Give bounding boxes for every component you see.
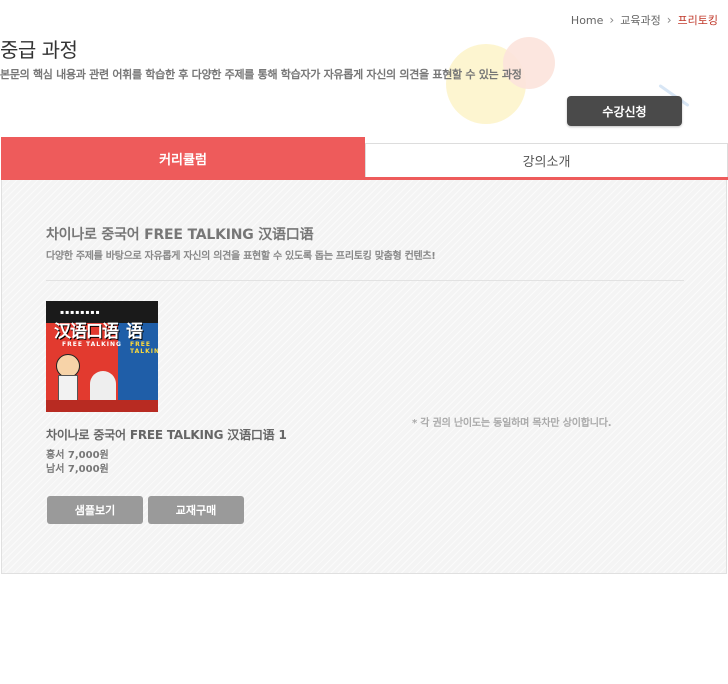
enroll-button[interactable]: 수강신청 <box>567 96 682 126</box>
book-cover-english-title: FREE TALKING <box>62 341 122 348</box>
breadcrumb: Home › 교육과정 › 프리토킹 <box>571 12 718 28</box>
book-cover-dots: ▪▪▪▪▪▪▪▪ <box>60 309 101 316</box>
difficulty-note: * 각 권의 난이도는 동일하며 목차만 상이합니다. <box>412 418 612 429</box>
tab-course-intro[interactable]: 강의소개 <box>365 143 728 177</box>
book-cover-ground <box>46 400 158 412</box>
product-title: 차이나로 중국어 FREE TALKING 汉语口语 1 <box>46 428 287 442</box>
breadcrumb-current[interactable]: 프리토킹 <box>678 12 718 28</box>
breadcrumb-home[interactable]: Home <box>571 14 603 27</box>
chevron-right-icon: › <box>666 13 672 27</box>
book-cover-chinese-title-back: 语 <box>126 322 143 342</box>
book-cover-english-title-back: FREE TALKING <box>130 341 158 355</box>
book-cover-chinese-title: 汉语口语 <box>54 322 119 342</box>
page-description: 본문의 핵심 내용과 관련 어휘를 학습한 후 다양한 주제를 통해 학습자가 … <box>0 68 522 81</box>
divider <box>46 280 684 281</box>
price-line: 홍서 7,000원 <box>46 446 109 461</box>
book-cover-image[interactable]: ▪▪▪▪▪▪▪▪ 汉语口语 语 FREE TALKING FREE TALKIN… <box>46 301 158 412</box>
price-label: 남서 <box>46 464 65 475</box>
breadcrumb-level1[interactable]: 교육과정 <box>620 12 660 28</box>
tab-curriculum[interactable]: 커리큘럼 <box>1 137 365 180</box>
chevron-right-icon: › <box>609 13 615 27</box>
price-value: 7,000원 <box>67 464 109 475</box>
price-line: 남서 7,000원 <box>46 460 109 475</box>
content-panel: 차이나로 중국어 FREE TALKING 汉语口语 다양한 주제를 바탕으로 … <box>1 180 727 574</box>
buy-textbook-button[interactable]: 교재구매 <box>148 496 244 524</box>
sample-view-button[interactable]: 샘플보기 <box>47 496 143 524</box>
section-subtitle: 다양한 주제를 바탕으로 자유롭게 자신의 의견을 표현할 수 있도록 돕는 프… <box>46 251 436 262</box>
temple-illustration <box>90 371 116 401</box>
section-title: 차이나로 중국어 FREE TALKING 汉语口语 <box>46 227 314 243</box>
tab-bar: 커리큘럼 강의소개 <box>1 137 728 180</box>
page-title: 중급 과정 <box>0 38 78 62</box>
